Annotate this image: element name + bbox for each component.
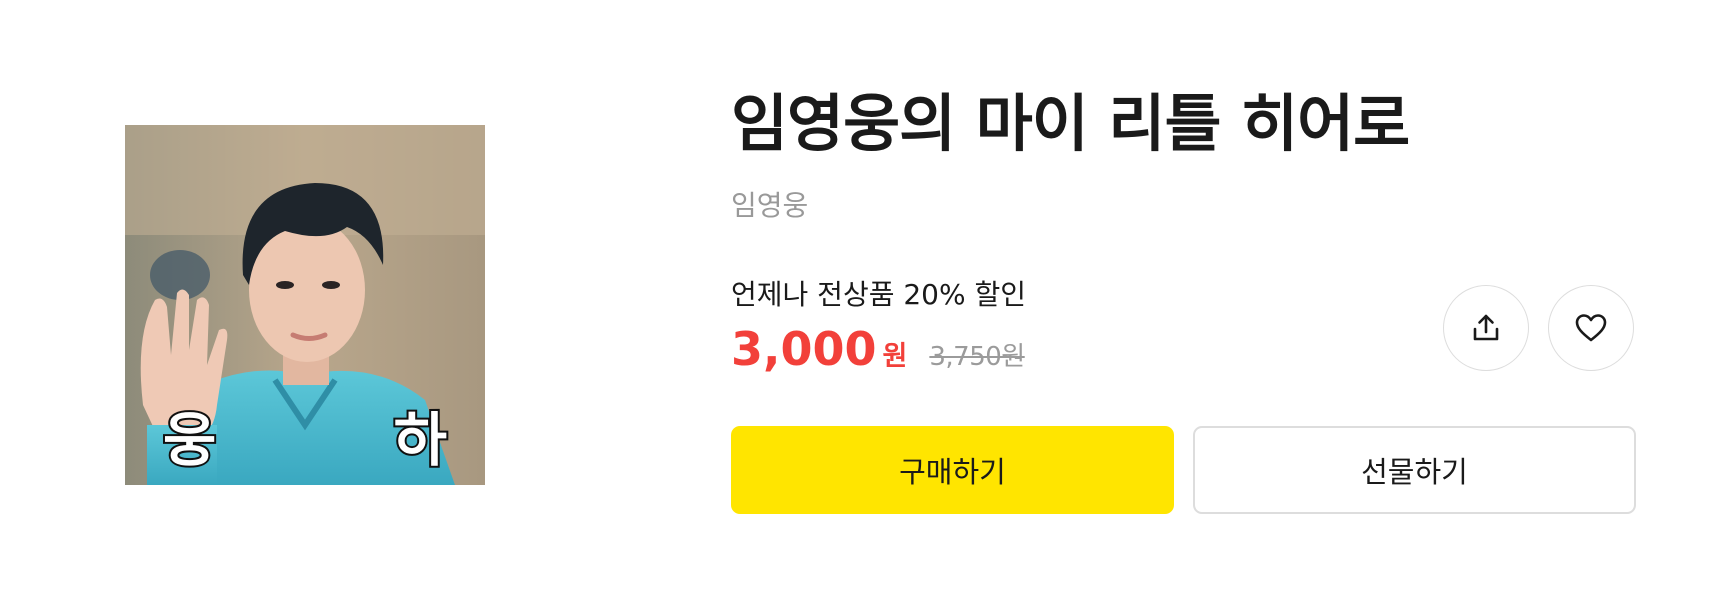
promo-text: 언제나 전상품 20% 할인	[731, 278, 1027, 311]
price-row: 3,000 원 3,750원	[731, 326, 1025, 373]
product-author[interactable]: 임영웅	[731, 192, 808, 220]
sale-price-unit: 원	[882, 341, 908, 372]
product-title: 임영웅의 마이 리틀 히어로	[731, 87, 1410, 160]
sale-price: 3,000	[731, 322, 877, 376]
thumbnail-caption-right: 하	[392, 406, 449, 474]
buy-button[interactable]: 구매하기	[731, 426, 1174, 514]
share-icon	[1473, 314, 1499, 341]
like-button[interactable]	[1548, 285, 1634, 371]
product-info: 임영웅의 마이 리틀 히어로 임영웅 언제나 전상품 20% 할인 3,000 …	[731, 0, 1636, 602]
gift-button[interactable]: 선물하기	[1193, 426, 1636, 514]
product-thumbnail[interactable]: 웅 하	[125, 125, 485, 485]
heart-icon	[1575, 314, 1607, 342]
original-price: 3,750원	[929, 342, 1025, 372]
product-page: 웅 하 임영웅의 마이 리틀 히어로 임영웅 언제나 전상품 20% 할인 3,…	[0, 0, 1710, 602]
share-button[interactable]	[1443, 285, 1529, 371]
thumbnail-caption-left: 웅	[161, 406, 218, 474]
